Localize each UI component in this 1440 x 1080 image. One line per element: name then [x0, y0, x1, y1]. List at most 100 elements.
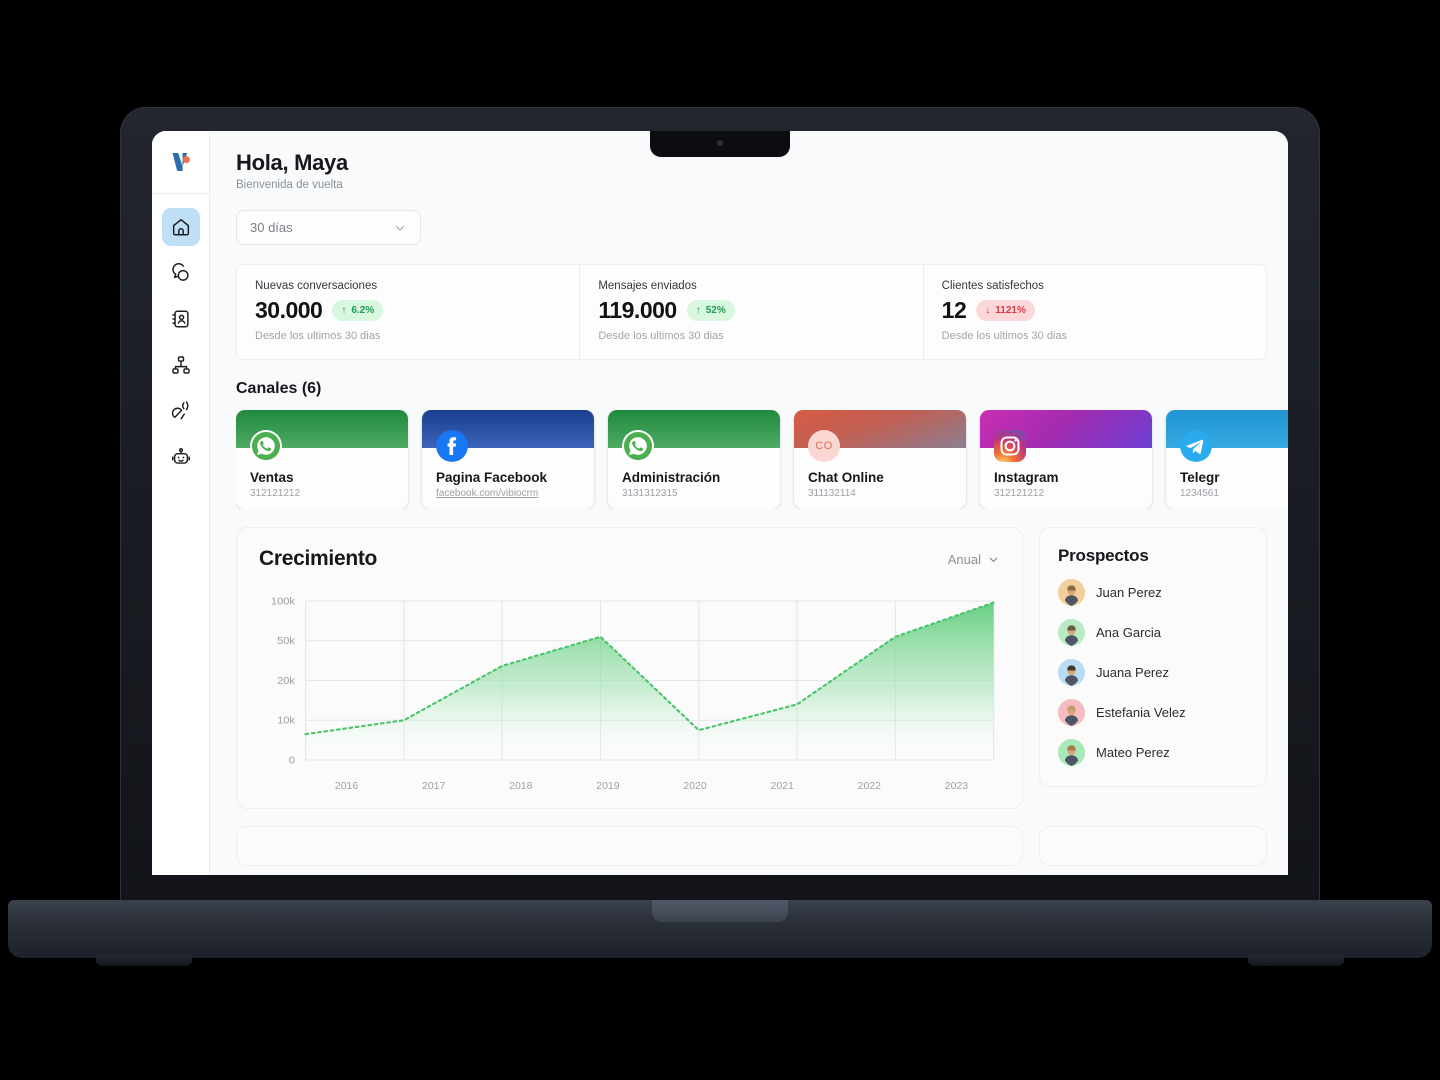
- chart-x-tick: 2019: [596, 780, 620, 792]
- chart-x-tick: 2023: [944, 780, 969, 792]
- brand-logo[interactable]: [152, 131, 209, 194]
- channel-sub: 312121212: [250, 488, 301, 499]
- home-icon: [172, 218, 189, 236]
- dashboard-bottom-row: Crecimiento Anual 0 10k 20k 50k 100k 201…: [236, 527, 1267, 809]
- list-item[interactable]: Estefania Velez: [1058, 699, 1248, 726]
- instagram-icon: [994, 430, 1026, 462]
- list-item[interactable]: Mateo Perez: [1058, 739, 1248, 766]
- stat-label: Mensajes enviados: [598, 280, 697, 292]
- bottom-card-right[interactable]: [1039, 826, 1267, 866]
- sidebar-item-inicio[interactable]: [161, 208, 200, 246]
- growth-range-value: Anual: [947, 551, 981, 567]
- channel-card[interactable]: Ventas 312121212: [236, 410, 408, 509]
- sidebar: [152, 131, 210, 875]
- telegram-icon: [1180, 430, 1212, 462]
- growth-chart: 0 10k 20k 50k 100k: [259, 591, 1000, 776]
- channel-card[interactable]: Telegr 1234561: [1166, 410, 1288, 509]
- stat-delta-value: 6.2%: [351, 305, 375, 316]
- contacts-icon: [171, 310, 189, 328]
- svg-text:0: 0: [289, 755, 295, 767]
- sidebar-nav-list: [161, 208, 200, 476]
- channels-list: Ventas 312121212 Pagina Facebook faceboo…: [236, 410, 1288, 509]
- sidebar-item-conversaciones[interactable]: [162, 254, 200, 292]
- channel-card[interactable]: Instagram 312121212: [980, 410, 1152, 509]
- chart-x-tick: 2020: [683, 780, 707, 792]
- stat-label: Clientes satisfechos: [941, 280, 1044, 292]
- stat-card: Clientes satisfechos 12 ↓ 1121% Desde lo…: [922, 265, 1266, 359]
- stats-row: Nuevas conversaciones 30.000 ↑ 6.2% Desd…: [236, 264, 1267, 360]
- channel-name: Administración: [622, 470, 721, 485]
- list-item-label: Ana Garcia: [1096, 625, 1162, 640]
- laptop-base-notch: [652, 900, 788, 922]
- prospects-card: Prospectos Juan Perez Ana Garcia Juana Per…: [1039, 527, 1267, 787]
- channel-card[interactable]: Administración 3131312315: [608, 410, 780, 509]
- sidebar-item-bots[interactable]: [162, 438, 200, 476]
- facebook-icon: [436, 430, 468, 462]
- svg-text:100k: 100k: [271, 596, 296, 608]
- stat-subtitle: Desde los ultimos 30 dias: [598, 330, 724, 342]
- svg-text:50k: 50k: [277, 636, 296, 648]
- list-item-label: Juana Perez: [1096, 665, 1169, 680]
- growth-chart-svg: 0 10k 20k 50k 100k: [271, 596, 995, 767]
- crm-dashboard-app: Hola, Maya Bienvenida de vuelta 30 días: [152, 131, 1288, 875]
- sidebar-item-flujos[interactable]: [162, 346, 200, 384]
- stat-value: 30.000: [255, 297, 323, 323]
- stat-label: Nuevas conversaciones: [255, 280, 378, 292]
- growth-chart-card: Crecimiento Anual 0 10k 20k 50k 100k 201…: [236, 527, 1023, 809]
- org-chart-icon: [171, 356, 190, 374]
- avatar: [1058, 659, 1085, 686]
- arrow-down-icon: ↓: [985, 305, 991, 316]
- list-item-label: Juan Perez: [1096, 585, 1162, 600]
- laptop-foot-right: [1248, 955, 1344, 966]
- list-item-label: Mateo Perez: [1096, 745, 1170, 760]
- chart-x-tick: 2018: [509, 780, 533, 792]
- list-item-label: Estefania Velez: [1096, 705, 1186, 720]
- channels-title: Canales (6): [236, 380, 322, 397]
- list-item[interactable]: Juan Perez: [1058, 579, 1248, 606]
- date-range-value: 30 días: [250, 220, 293, 235]
- channel-sub: 311132114: [808, 488, 856, 499]
- channel-sub: facebook.com/vibiocrm: [436, 488, 580, 499]
- channel-name: Ventas: [250, 470, 294, 485]
- stat-value-row: 12 ↓ 1121%: [942, 297, 1248, 324]
- chart-x-tick: 2022: [857, 780, 881, 792]
- channel-sub: 3131312315: [622, 488, 678, 499]
- vibio-logo-icon: [172, 153, 190, 171]
- growth-title: Crecimiento: [259, 547, 378, 570]
- robot-icon: [171, 448, 190, 464]
- svg-text:20k: 20k: [277, 675, 296, 687]
- chat-bubbles-icon: [171, 263, 189, 281]
- chart-x-tick: 2017: [422, 780, 446, 792]
- sidebar-item-contactos[interactable]: [162, 300, 200, 338]
- laptop-notch: [650, 131, 790, 157]
- prospects-title: Prospectos: [1058, 546, 1149, 565]
- chart-x-axis-labels: 2016 2017 2018 2019 2020 2021 2022 2023: [259, 780, 1000, 792]
- sidebar-item-campanas[interactable]: [162, 392, 200, 430]
- list-item[interactable]: Ana Garcia: [1058, 619, 1248, 646]
- page-subtitle: Bienvenida de vuelta: [236, 179, 343, 191]
- avatar: [1058, 699, 1085, 726]
- arrow-up-icon: ↑: [341, 305, 347, 316]
- main-content: Hola, Maya Bienvenida de vuelta 30 días: [210, 131, 1288, 875]
- channel-card[interactable]: CO Chat Online 311132114: [794, 410, 966, 509]
- stat-value-row: 119.000 ↑ 52%: [598, 297, 904, 324]
- list-item[interactable]: Juana Perez: [1058, 659, 1248, 686]
- prospects-list: Juan Perez Ana Garcia Juana Perez Estefania…: [1058, 579, 1248, 766]
- growth-range-select[interactable]: Anual: [948, 552, 1000, 567]
- chart-x-tick: 2021: [770, 780, 794, 792]
- chart-area-fill: [305, 602, 994, 760]
- date-range-select[interactable]: 30 días: [236, 210, 421, 245]
- channel-name: Instagram: [994, 470, 1059, 485]
- stat-subtitle: Desde los ultimos 30 dias: [255, 330, 381, 342]
- stat-value: 119.000: [598, 297, 677, 323]
- chevron-down-icon: [393, 221, 407, 235]
- stat-delta-badge: ↓ 1121%: [976, 300, 1035, 321]
- stat-delta-value: 52%: [705, 305, 726, 316]
- channel-name: Telegr: [1180, 470, 1220, 485]
- stat-subtitle: Desde los ultimos 30 dias: [941, 330, 1067, 342]
- channel-sub-link: facebook.com/vibiocrm: [436, 488, 539, 499]
- stat-delta-badge: ↑ 6.2%: [332, 300, 384, 321]
- stat-value: 12: [941, 297, 967, 323]
- bottom-card-left[interactable]: [236, 826, 1023, 866]
- channel-card[interactable]: Pagina Facebook facebook.com/vibiocrm: [422, 410, 594, 509]
